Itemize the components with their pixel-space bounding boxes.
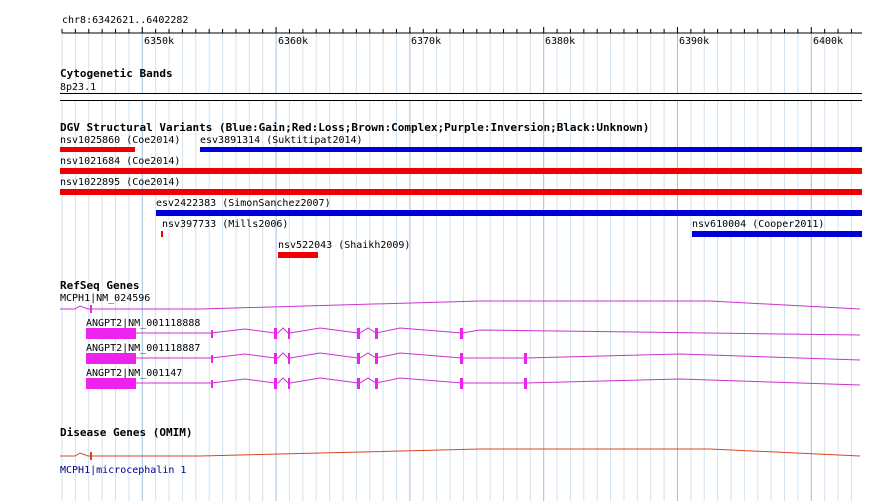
gene-exon <box>524 353 527 364</box>
gene-exon <box>274 353 277 364</box>
omim-gene-label[interactable]: MCPH1|microcephalin 1 <box>60 465 186 476</box>
gene-exon <box>375 353 378 364</box>
gene-exon <box>460 328 463 339</box>
gene-exon <box>86 378 136 389</box>
gene-exon <box>211 380 213 388</box>
gene-exon <box>274 378 277 389</box>
gene-exon <box>86 353 136 364</box>
gene-exon <box>375 328 378 339</box>
track-title-omim[interactable]: Disease Genes (OMIM) <box>60 427 192 439</box>
gene-exon <box>90 305 92 313</box>
gene-exon <box>288 353 290 364</box>
gene-exon <box>274 328 277 339</box>
gene-intron <box>136 327 861 336</box>
omim-gene-line <box>60 448 861 457</box>
gene-exon <box>460 353 463 364</box>
gene-exon <box>357 378 360 389</box>
gene-exon <box>375 378 378 389</box>
gene-intron <box>136 377 861 386</box>
gene-intron <box>60 300 861 310</box>
gene-exon <box>211 330 213 338</box>
gene-exon <box>357 328 360 339</box>
gene-exon <box>460 378 463 389</box>
gene-exon <box>211 355 213 363</box>
genome-browser-view: chr8:6342621..6402282 6350k 6360k 6370k … <box>0 0 890 501</box>
omim-gene-exon <box>90 452 92 460</box>
gene-exon <box>288 328 290 339</box>
gene-exon <box>524 378 527 389</box>
gene-exon <box>288 378 290 389</box>
gene-exon <box>357 353 360 364</box>
gene-exon <box>86 328 136 339</box>
gene-intron <box>136 352 861 361</box>
